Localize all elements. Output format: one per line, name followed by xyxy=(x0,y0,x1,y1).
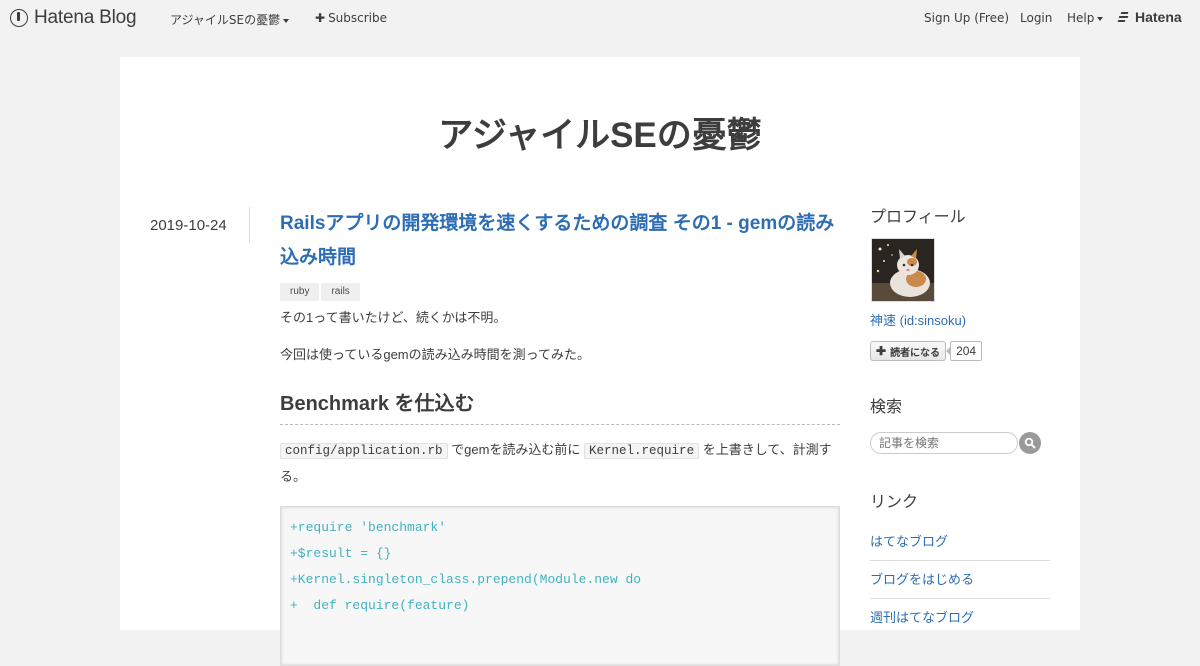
profile-title: プロフィール xyxy=(870,209,966,226)
search-button[interactable] xyxy=(1019,432,1041,454)
link-hatena-blog[interactable]: はてなブログ xyxy=(870,523,1050,561)
section-heading: Benchmark を仕込む xyxy=(280,390,840,425)
sidebar: プロフィール 神速 (id:sinsoku) ✚ 読者になる 204 検索 記事… xyxy=(870,207,1050,637)
links-list: はてなブログ ブログをはじめる 週刊はてなブログ xyxy=(870,523,1050,637)
follow-row: ✚ 読者になる 204 xyxy=(870,341,1050,361)
help-menu[interactable]: Help xyxy=(1067,11,1104,25)
search-title: 検索 xyxy=(870,399,903,416)
code-line: +require 'benchmark' xyxy=(290,520,447,535)
date-divider xyxy=(249,207,250,243)
hatena-logo[interactable]: Hatena xyxy=(1117,9,1182,25)
links-title: リンク xyxy=(870,494,919,511)
global-header: Hatena Blog アジャイルSEの憂鬱 ✚ Subscribe Sign U… xyxy=(0,0,1200,36)
inline-code: config/application.rb xyxy=(280,443,448,459)
search-input[interactable] xyxy=(870,432,1018,454)
entry-paragraph: その1って書いたけど、続くかは不明。 xyxy=(280,310,507,325)
hatena-logo-icon xyxy=(1117,12,1132,22)
plus-icon: ✚ xyxy=(876,344,887,358)
follow-label: 読者になる xyxy=(890,347,941,359)
search-row xyxy=(870,432,1050,454)
blog-container: アジャイルSEの憂鬱 2019-10-24 Railsアプリの開発環境を速くする… xyxy=(120,57,1080,666)
inline-code: Kernel.require xyxy=(584,443,700,459)
paragraph-text: でgemを読み込む前に xyxy=(447,442,585,457)
profile-name-link[interactable]: 神速 (id:sinsoku) xyxy=(870,310,1050,329)
subscribe-label: Subscribe xyxy=(328,11,388,25)
entry-tags: ruby rails xyxy=(280,279,840,301)
hatena-blog-logo[interactable]: Hatena Blog xyxy=(10,6,137,30)
entry-paragraph: config/application.rb でgemを読み込む前に Kernel… xyxy=(280,437,840,490)
hatena-blog-logo-text: Hatena Blog xyxy=(34,7,137,28)
help-label: Help xyxy=(1067,11,1095,25)
follower-count: 204 xyxy=(946,341,983,361)
link-start-blog[interactable]: ブログをはじめる xyxy=(870,561,1050,599)
entry-title[interactable]: Railsアプリの開発環境を速くするための調査 その1 - gemの読み込み時間 xyxy=(280,207,840,275)
avatar[interactable] xyxy=(871,238,935,302)
avatar-cat-image xyxy=(872,239,934,301)
hatena-blog-logo-icon xyxy=(10,9,28,27)
caret-down-icon xyxy=(283,18,290,23)
tag-rails[interactable]: rails xyxy=(321,283,360,301)
blog-title[interactable]: アジャイルSEの憂鬱 xyxy=(120,107,1080,158)
link-weekly-hatena-blog[interactable]: 週刊はてなブログ xyxy=(870,599,1050,637)
signup-link[interactable]: Sign Up (Free) xyxy=(924,11,1009,25)
code-line: +$result = {} xyxy=(290,546,392,561)
login-link[interactable]: Login xyxy=(1020,11,1052,25)
code-line: + def require(feature) xyxy=(290,598,470,613)
caret-down-icon xyxy=(1097,16,1104,21)
entry-date[interactable]: 2019-10-24 xyxy=(150,217,227,234)
code-line: +Kernel.singleton_class.prepend(Module.n… xyxy=(290,572,642,587)
entry: Railsアプリの開発環境を速くするための調査 その1 - gemの読み込み時間… xyxy=(280,207,840,666)
entry-paragraph: 今回は使っているgemの読み込み時間を測ってみた。 xyxy=(280,347,590,362)
tag-ruby[interactable]: ruby xyxy=(280,283,320,301)
blog-menu-label: アジャイルSEの憂鬱 xyxy=(170,13,281,27)
subscribe-button[interactable]: ✚ Subscribe xyxy=(315,11,387,25)
follow-button[interactable]: ✚ 読者になる xyxy=(870,341,947,361)
hatena-logo-text: Hatena xyxy=(1135,9,1182,25)
search-icon xyxy=(1024,437,1036,449)
code-block: +require 'benchmark' +$result = {} +Kern… xyxy=(280,506,840,666)
blog-menu[interactable]: アジャイルSEの憂鬱 xyxy=(170,11,290,28)
plus-icon: ✚ xyxy=(315,11,326,25)
